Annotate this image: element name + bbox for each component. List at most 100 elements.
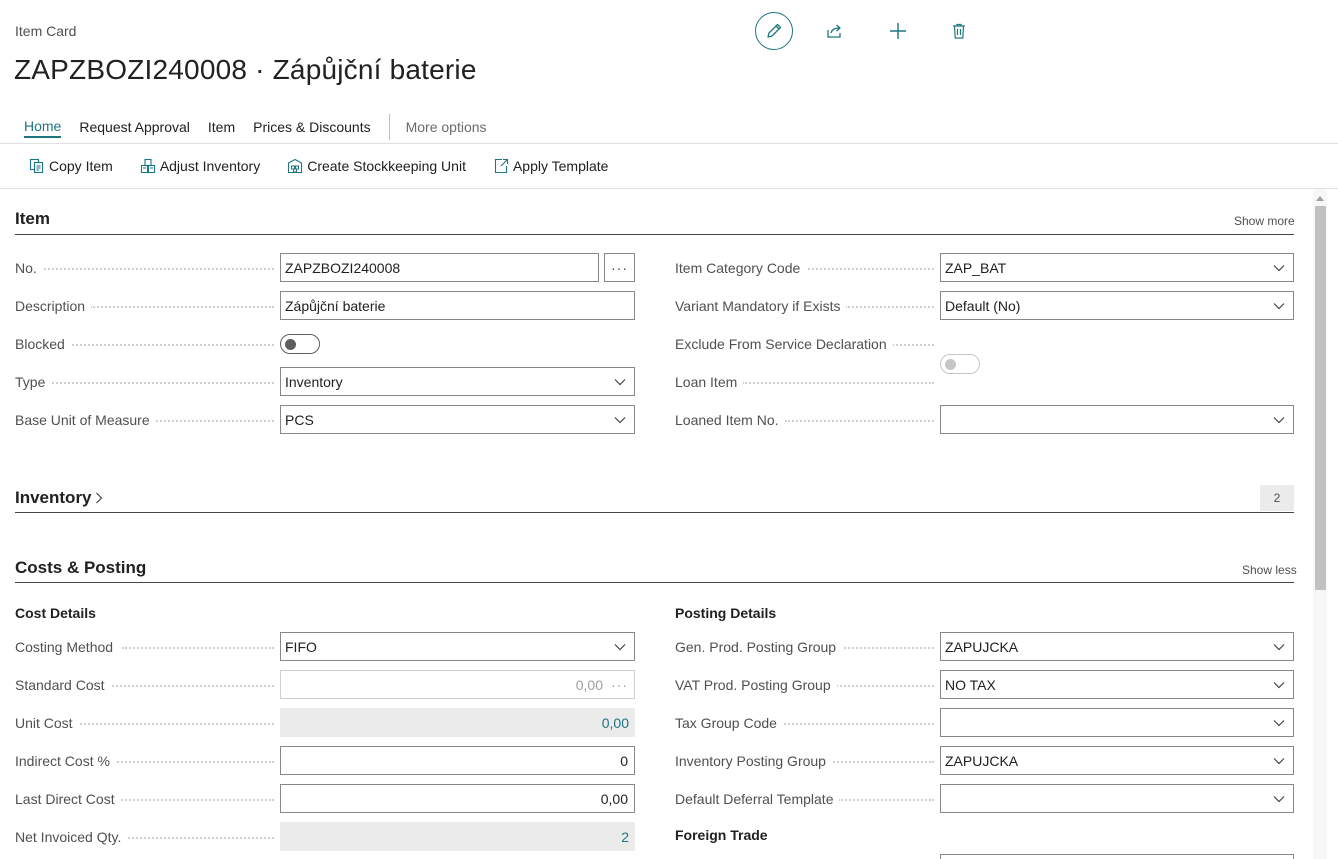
chevron-down-icon [1271,791,1287,807]
field-label-loaned-item-no: Loaned Item No. [675,412,785,428]
indirect-cost-field[interactable]: 0 [280,746,635,775]
gen-prod-posting-group-dropdown[interactable]: ZAPUJCKA [940,632,1294,661]
base-uom-dropdown[interactable]: PCS [280,405,635,434]
no-assist-button[interactable]: ··· [604,253,635,282]
loaned-item-no-dropdown[interactable] [940,405,1294,434]
pencil-icon [767,23,782,38]
field-label-unit-cost: Unit Cost [15,715,79,731]
standard-cost-field[interactable]: 0,00 ··· [280,670,635,699]
unit-cost-value[interactable]: 0,00 [280,708,635,737]
default-deferral-template-dropdown[interactable] [940,784,1294,813]
adjust-inventory-icon [139,157,157,175]
field-label-exclude-service: Exclude From Service Declaration [675,336,893,352]
field-label-vat-prod: VAT Prod. Posting Group [675,677,837,693]
field-label-item-category: Item Category Code [675,260,807,276]
field-label-deferral-template: Default Deferral Template [675,791,840,807]
plus-icon [890,23,906,39]
action-tabs: Home Request Approval Item Prices & Disc… [24,114,505,140]
ellipsis-icon[interactable]: ··· [611,677,628,693]
action-bar: Copy Item Adjust Inventory Create Stockk… [28,157,634,175]
apply-template-icon [492,157,510,175]
group-title-cost-details: Cost Details [15,605,96,621]
leader-dots [114,761,274,763]
tab-item[interactable]: Item [208,118,235,136]
leader-dots [888,344,934,346]
toggle-knob [945,359,956,370]
net-invoiced-qty-value[interactable]: 2 [280,822,635,851]
foreign-trade-field-partial[interactable] [940,854,1294,859]
adjust-inventory-button[interactable]: Adjust Inventory [139,157,260,175]
tab-prices-discounts[interactable]: Prices & Discounts [253,118,370,136]
show-less-link[interactable]: Show less [1242,563,1297,577]
inventory-posting-group-dropdown[interactable]: ZAPUJCKA [940,746,1294,775]
leader-dots [108,685,274,687]
field-label-tax-group: Tax Group Code [675,715,783,731]
vat-prod-posting-group-dropdown[interactable]: NO TAX [940,670,1294,699]
section-divider-inventory [15,512,1294,513]
leader-dots [808,268,934,270]
tab-request-approval[interactable]: Request Approval [79,118,190,136]
scroll-up-arrow-icon[interactable] [1313,191,1327,205]
chevron-down-icon [1271,298,1287,314]
blocked-toggle[interactable] [280,334,320,354]
chevron-down-icon [1271,677,1287,693]
show-more-link[interactable]: Show more [1234,214,1295,228]
field-label-type: Type [15,374,52,390]
section-title-inventory[interactable]: Inventory [15,488,103,508]
field-label-description: Description [15,298,92,314]
section-divider-item [15,234,1294,235]
inventory-count-badge: 2 [1260,485,1294,511]
field-label-loan-item: Loan Item [675,374,744,390]
scrollbar-thumb[interactable] [1315,206,1326,590]
inventory-title-label: Inventory [15,488,92,507]
chevron-down-icon [1271,715,1287,731]
leader-dots [90,306,274,308]
no-field[interactable]: ZAPZBOZI240008 [280,253,599,282]
page-caption: Item Card [15,23,77,39]
item-category-dropdown[interactable]: ZAP_BAT [940,253,1294,282]
tax-group-code-dropdown[interactable] [940,708,1294,737]
chevron-down-icon [612,374,628,390]
field-label-costing-method: Costing Method [15,639,120,655]
leader-dots [118,799,274,801]
variant-mandatory-dropdown[interactable]: Default (No) [940,291,1294,320]
leader-dots [830,761,934,763]
tab-home[interactable]: Home [24,117,62,138]
leader-dots [780,723,934,725]
leader-dots [47,382,274,384]
last-direct-cost-field[interactable]: 0,00 [280,784,635,813]
stockkeeping-unit-icon [286,157,304,175]
field-label-blocked: Blocked [15,336,71,352]
leader-dots [40,268,274,270]
description-field[interactable]: Zápůjční baterie [280,291,635,320]
new-button[interactable] [879,12,917,50]
tab-more-options[interactable]: More options [406,118,487,136]
leader-dots [838,799,934,801]
tabs-divider [0,143,1338,144]
group-title-posting-details: Posting Details [675,605,777,621]
delete-button[interactable] [940,12,978,50]
create-stockkeeping-unit-button[interactable]: Create Stockkeeping Unit [286,157,466,175]
chevron-down-icon [1271,260,1287,276]
ellipsis-icon: ··· [611,259,628,276]
leader-dots [128,837,274,839]
field-label-gen-prod: Gen. Prod. Posting Group [675,639,843,655]
exclude-service-toggle[interactable] [940,354,980,374]
edit-button[interactable] [755,12,793,50]
field-label-inventory-posting: Inventory Posting Group [675,753,832,769]
copy-item-label: Copy Item [49,158,113,174]
copy-item-button[interactable]: Copy Item [28,157,113,175]
trash-icon [953,23,965,39]
adjust-inventory-label: Adjust Inventory [159,158,261,174]
leader-dots [836,647,934,649]
type-dropdown[interactable]: Inventory [280,367,635,396]
share-button[interactable] [816,12,854,50]
chevron-down-icon [612,412,628,428]
leader-dots [122,647,274,649]
apply-template-button[interactable]: Apply Template [492,157,608,175]
create-stockkeeping-unit-label: Create Stockkeeping Unit [307,158,466,174]
apply-template-label: Apply Template [512,158,609,174]
field-label-variant-mandatory: Variant Mandatory if Exists [675,298,847,314]
costing-method-dropdown[interactable]: FIFO [280,632,635,661]
section-divider-costs [15,582,1294,583]
